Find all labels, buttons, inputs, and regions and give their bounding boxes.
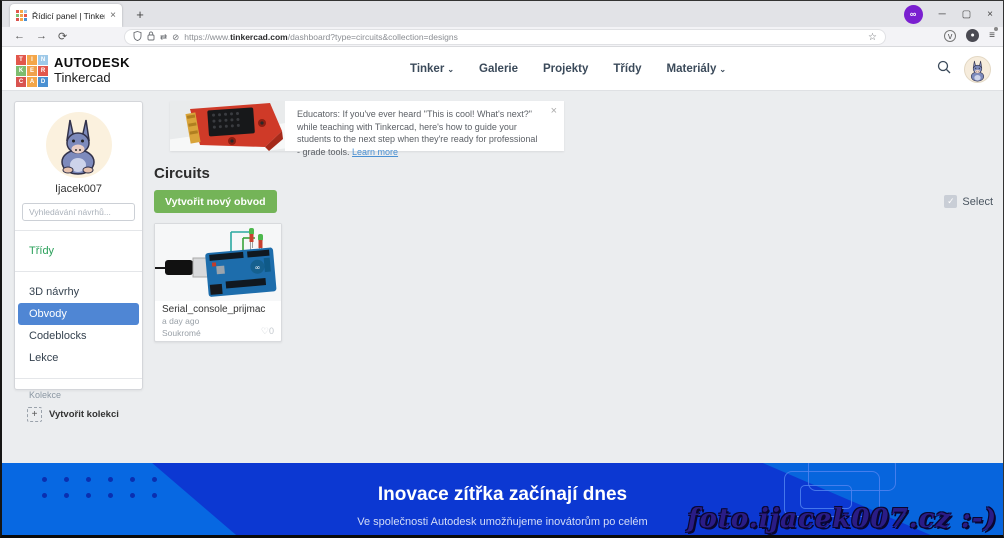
browser-tab-strip: Řídicí panel | Tinkercad × + ∞ ─ ▢ ×	[2, 1, 1003, 27]
learn-more-link[interactable]: Learn more	[352, 147, 398, 157]
nav-tinker[interactable]: Tinker⌄	[410, 63, 454, 75]
bookmark-star-icon[interactable]: ☆	[868, 32, 877, 43]
lock-icon[interactable]	[147, 31, 155, 43]
chevron-down-icon: ⌄	[719, 65, 726, 74]
design-card[interactable]: ∞ Serial_console_prijmac a day ago Soukr…	[154, 223, 282, 342]
divider	[15, 378, 142, 379]
search-icon[interactable]	[936, 59, 952, 80]
nav-projekty[interactable]: Projekty	[543, 63, 588, 75]
tinkercad-favicon	[16, 10, 27, 21]
profile-avatar[interactable]	[46, 112, 112, 178]
window-close-button[interactable]: ×	[987, 9, 993, 20]
window-minimize-button[interactable]: ─	[939, 9, 946, 20]
svg-text:∞: ∞	[254, 263, 261, 271]
sidebar: Ijacek007 Třídy 3D návrhy Obvody Codeblo…	[14, 101, 143, 390]
sidebar-item-tridy[interactable]: Třídy	[15, 240, 142, 262]
sidebar-item-3d-navrhy[interactable]: 3D návrhy	[15, 281, 142, 303]
nav-galerie[interactable]: Galerie	[479, 63, 518, 75]
tinkercad-header: T I N K E R C A D AUTODESK Tinkercad Tin…	[2, 47, 1003, 91]
forward-button[interactable]: →	[36, 30, 47, 43]
nav-materialy[interactable]: Materiály⌄	[667, 63, 727, 75]
select-label: Select	[962, 196, 993, 208]
reload-button[interactable]: ⟳	[58, 30, 67, 43]
browser-toolbar: ← → ⟳ ⇄ ⊘ https://www.tinkercad.com/dash…	[2, 27, 1003, 47]
sidebar-item-obvody[interactable]: Obvody	[18, 303, 139, 325]
permissions-icon[interactable]: ⇄	[160, 33, 167, 42]
chevron-down-icon: ⌄	[447, 65, 454, 74]
plus-icon: +	[27, 407, 42, 422]
pocket-icon[interactable]: v	[944, 30, 956, 42]
divider	[15, 230, 142, 231]
url-text[interactable]: https://www.tinkercad.com/dashboard?type…	[184, 32, 863, 42]
divider	[15, 271, 142, 272]
toolbar-icons: v ● ≡	[944, 29, 995, 42]
select-checkbox[interactable]: ✓	[944, 195, 957, 208]
window-maximize-button[interactable]: ▢	[962, 9, 971, 20]
select-control[interactable]: ✓ Select	[944, 195, 993, 208]
autoplay-blocked-icon[interactable]: ⊘	[172, 33, 179, 42]
tab-close-icon[interactable]: ×	[110, 10, 116, 21]
firefox-account-icon[interactable]: ∞	[904, 5, 923, 24]
app-menu-icon[interactable]: ≡	[989, 30, 995, 41]
create-circuit-button[interactable]: Vytvořit nový obvod	[154, 190, 277, 213]
brand-text[interactable]: AUTODESK Tinkercad	[54, 56, 130, 86]
screenshot-root: Řídicí panel | Tinkercad × + ∞ ─ ▢ × ← →…	[0, 0, 1004, 538]
main-navigation: Tinker⌄ Galerie Projekty Třídy Materiály…	[410, 47, 726, 91]
new-tab-button[interactable]: +	[130, 5, 150, 25]
nav-tridy[interactable]: Třídy	[613, 63, 641, 75]
footer-headline: Inovace zítřka začínají dnes	[2, 484, 1003, 506]
tab-title: Řídicí panel | Tinkercad	[32, 11, 105, 21]
sidebar-item-lekce[interactable]: Lekce	[15, 347, 142, 369]
address-bar[interactable]: ⇄ ⊘ https://www.tinkercad.com/dashboard?…	[124, 29, 886, 45]
banner-image	[170, 101, 285, 151]
browser-tab[interactable]: Řídicí panel | Tinkercad ×	[10, 4, 122, 27]
back-button[interactable]: ←	[14, 30, 25, 43]
brand-tinkercad: Tinkercad	[54, 71, 130, 85]
design-search-input[interactable]	[22, 203, 135, 221]
collections-label: Kolekce	[15, 388, 142, 404]
design-title[interactable]: Serial_console_prijmac	[155, 301, 281, 315]
dashboard-main: Ijacek007 Třídy 3D návrhy Obvody Codeblo…	[2, 91, 1003, 463]
header-right	[936, 47, 991, 91]
page-title: Circuits	[154, 165, 210, 182]
extension-icon[interactable]: ●	[966, 29, 979, 42]
window-controls: ∞ ─ ▢ ×	[904, 1, 999, 27]
footer: Inovace zítřka začínají dnes Ve společno…	[2, 463, 1003, 536]
educators-banner: Educators: If you've ever heard "This is…	[170, 101, 564, 151]
shield-icon[interactable]	[133, 31, 142, 43]
photo-watermark: foto.ijacek007.cz :-)	[687, 504, 997, 534]
username: Ijacek007	[15, 183, 142, 195]
design-thumbnail: ∞	[155, 224, 281, 301]
brand-autodesk: AUTODESK	[54, 56, 130, 70]
browser-nav-buttons: ← → ⟳	[14, 30, 114, 43]
banner-body: Educators: If you've ever heard "This is…	[285, 101, 564, 151]
banner-close-icon[interactable]: ×	[551, 105, 557, 117]
banner-text: Educators: If you've ever heard "This is…	[297, 108, 542, 158]
tinkercad-logo[interactable]: T I N K E R C A D	[16, 55, 48, 87]
likes-count: ♡0	[261, 326, 274, 337]
design-age: a day ago	[155, 315, 281, 327]
sidebar-item-codeblocks[interactable]: Codeblocks	[15, 325, 142, 347]
create-collection-button[interactable]: + Vytvořit kolekci	[15, 404, 142, 425]
user-avatar[interactable]	[964, 56, 991, 83]
